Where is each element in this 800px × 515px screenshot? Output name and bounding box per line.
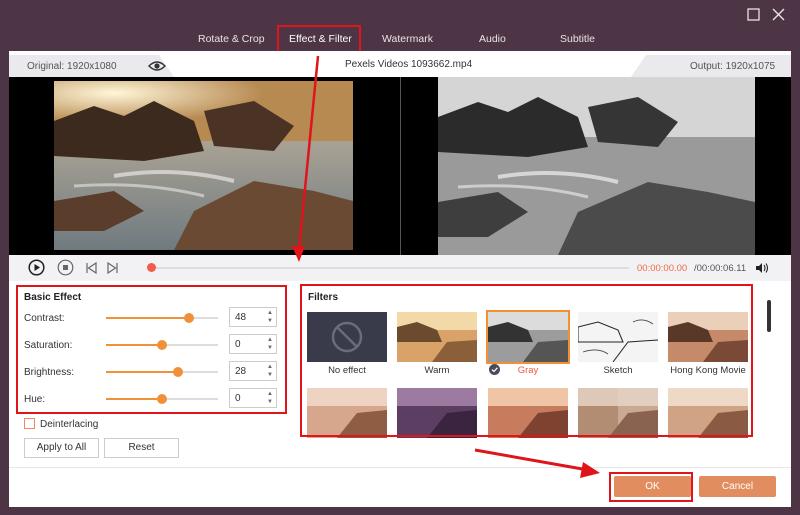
seek-knob[interactable] [147, 263, 156, 272]
footer-divider [9, 467, 791, 468]
play-icon[interactable] [28, 259, 45, 279]
title-bar: Rotate & Crop Effect & Filter Watermark … [0, 0, 800, 50]
main-panel: Original: 1920x1080 Pexels Videos 109366… [9, 51, 791, 507]
tab-watermark[interactable]: Watermark [382, 33, 433, 45]
info-bar: Original: 1920x1080 Pexels Videos 109366… [9, 51, 791, 77]
reset-button[interactable]: Reset [104, 438, 179, 458]
cancel-button[interactable]: Cancel [699, 476, 776, 497]
seek-bar[interactable] [149, 267, 629, 269]
preview-divider [400, 77, 401, 255]
deinterlacing-checkbox[interactable] [24, 418, 35, 429]
current-time: 00:00:00.00 [637, 263, 688, 274]
video-preview [9, 77, 791, 255]
total-time: /00:00:06.11 [694, 263, 747, 274]
output-video[interactable] [438, 77, 755, 255]
deinterlacing-label: Deinterlacing [40, 419, 99, 430]
tab-audio[interactable]: Audio [479, 33, 506, 45]
volume-icon[interactable] [755, 262, 769, 277]
eye-icon[interactable] [148, 60, 166, 75]
filters-highlight-box [300, 284, 753, 437]
tab-rotate-crop[interactable]: Rotate & Crop [198, 33, 265, 45]
original-resolution: Original: 1920x1080 [27, 61, 117, 72]
maximize-icon[interactable] [747, 8, 760, 24]
apply-to-all-button[interactable]: Apply to All [24, 438, 99, 458]
file-name: Pexels Videos 1093662.mp4 [345, 59, 473, 70]
basic-effect-highlight-box [16, 285, 287, 414]
next-frame-icon[interactable] [107, 261, 119, 277]
output-resolution: Output: 1920x1075 [690, 61, 776, 72]
filters-scrollbar[interactable] [767, 300, 771, 332]
original-video[interactable] [54, 81, 353, 250]
stop-icon[interactable] [57, 259, 74, 279]
player-controls: 00:00:00.00 /00:00:06.11 [9, 255, 791, 281]
ok-highlight-box [609, 472, 693, 502]
close-icon[interactable] [772, 8, 785, 24]
tab-subtitle[interactable]: Subtitle [560, 33, 595, 45]
previous-frame-icon[interactable] [85, 261, 97, 277]
